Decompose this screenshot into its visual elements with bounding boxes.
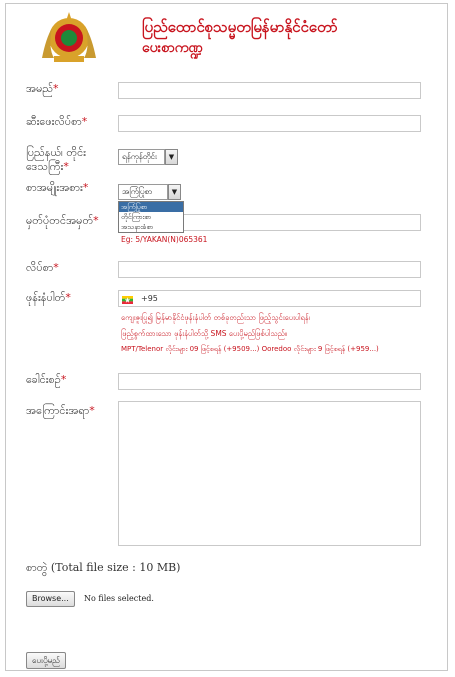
state-emblem-icon [42,12,96,62]
category-dropdown: အကြံပြုစာ တိုင်ကြားစာ အသနားခံစာ [118,201,184,233]
chevron-down-icon[interactable]: ▼ [165,149,178,165]
site-title-line1: ပြည်ထောင်စုသမ္မတမြန်မာနိုင်ငံတော် [142,18,338,36]
myanmar-flag-icon [122,296,133,304]
email-input[interactable] [118,261,421,278]
content-textarea[interactable] [118,401,421,546]
attachment-label: စာတွဲ (Total file size : 10 MB) [26,561,181,574]
email-label: လိပ်စာ* [26,261,59,274]
no-file-text: No files selected. [84,594,154,603]
dropdown-option[interactable]: အကြံပြုစာ [119,202,183,212]
name-label: အမည်* [26,82,59,95]
browse-button[interactable]: Browse... [26,591,75,607]
state-select-value: ရန်ကုန်တိုင်း [122,152,157,161]
page-frame: ပြည်ထောင်စုသမ္မတမြန်မာနိုင်ငံတော် ပေးစာက… [5,3,448,671]
phone-input[interactable] [118,290,421,307]
phone-label: ဖုန်းနံပါတ်* [26,291,71,304]
nrc-label: မှတ်ပုံတင်အမှတ်* [26,214,99,227]
address-input[interactable] [118,115,421,132]
phone-hint-2: ဖြည့်စွက်ထားသော ဖုန်းနံပါတ်သို့ SMS ပေးပ… [121,329,288,338]
address-label: ဆီးဖေးလိပ်စာ* [26,115,88,128]
dropdown-option[interactable]: တိုင်ကြားစာ [119,212,183,222]
category-select[interactable]: အကြံပြုစာ ▼ [118,184,181,200]
submit-button[interactable]: ပေးပို့မည် [26,652,66,669]
header: ပြည်ထောင်စုသမ္မတမြန်မာနိုင်ငံတော် ပေးစာက… [34,8,434,66]
site-title-line2: ပေးစာကဏ္ဍ [142,40,203,56]
chevron-down-icon[interactable]: ▼ [168,184,181,200]
state-label: ပြည်နယ်၊ တိုင်း ဒေသကြီး* [26,146,86,173]
phone-country-code: +95 [141,294,158,303]
name-input[interactable] [118,82,421,99]
state-select[interactable]: ရန်ကုန်တိုင်း ▼ [118,149,178,165]
nrc-hint: Eg: 5/YAKAN(N)065361 [121,235,208,244]
category-label: စာအမျိုးအစား* [26,181,89,194]
dropdown-option[interactable]: အသနားခံစာ [119,222,183,232]
subject-input[interactable] [118,373,421,390]
phone-hint-3: MPT/Telenor လိုင်းများ 09 ဖြင့်စရန် (+95… [121,345,379,353]
category-select-value: အကြံပြုစာ [122,187,153,196]
subject-label: ခေါင်းစဉ်* [26,373,67,386]
phone-hint-1: ကျေးဇူးပြု၍ မြန်မာနိုင်ငံဖုန်းနံပါတ် တစ်… [121,313,310,322]
content-label: အကြောင်းအရာ* [26,404,95,417]
